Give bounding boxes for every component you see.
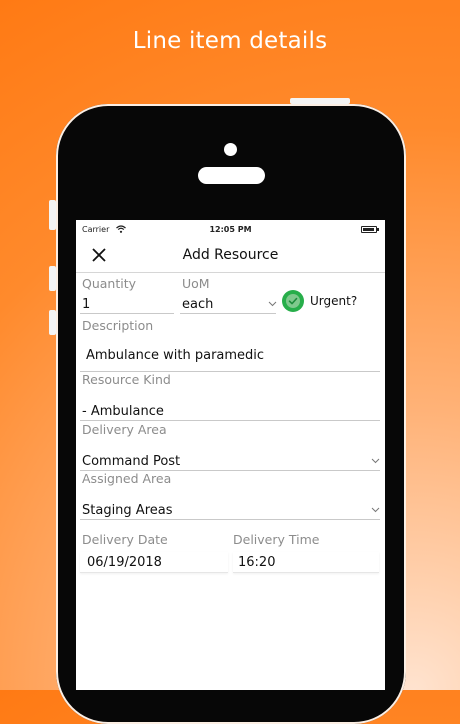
uom-underline (180, 313, 276, 314)
quantity-underline (80, 313, 174, 314)
resource-kind-select[interactable]: - Ambulance (82, 404, 164, 419)
quantity-label: Quantity (82, 276, 137, 291)
battery-icon (361, 226, 379, 233)
description-label: Description (82, 318, 154, 333)
mute-switch (49, 200, 56, 230)
delivery-time-value: 16:20 (238, 555, 276, 570)
chevron-down-icon[interactable] (371, 507, 380, 513)
uom-select[interactable]: each (182, 297, 213, 312)
assigned-area-underline (80, 519, 380, 520)
phone-screen: Carrier 12:05 PM Add Resource Quantity 1… (76, 220, 385, 690)
assigned-area-select[interactable]: Staging Areas (82, 503, 173, 518)
chevron-down-icon[interactable] (371, 458, 380, 464)
assigned-area-label: Assigned Area (82, 471, 172, 486)
delivery-time-label: Delivery Time (233, 532, 320, 547)
resource-kind-underline (80, 420, 380, 421)
status-time: 12:05 PM (209, 225, 252, 234)
quantity-input[interactable]: 1 (82, 297, 90, 312)
description-input[interactable]: Ambulance with paramedic (86, 348, 264, 363)
volume-down-button (49, 310, 56, 335)
headline: Line item details (132, 28, 328, 54)
checkmark-icon (288, 297, 298, 305)
camera (224, 143, 237, 156)
page-title: Add Resource (182, 247, 279, 263)
resource-kind-label: Resource Kind (82, 372, 171, 387)
delivery-date-label: Delivery Date (82, 532, 168, 547)
delivery-area-label: Delivery Area (82, 422, 167, 437)
delivery-date-value: 06/19/2018 (87, 555, 162, 570)
uom-label: UoM (182, 276, 210, 291)
speaker (198, 167, 265, 184)
delivery-area-select[interactable]: Command Post (82, 454, 180, 469)
chevron-down-icon[interactable] (268, 301, 277, 307)
volume-up-button (49, 266, 56, 291)
navigation-bar: Add Resource (76, 238, 385, 273)
status-bar: Carrier 12:05 PM (76, 220, 385, 238)
urgent-label: Urgent? (310, 294, 358, 308)
